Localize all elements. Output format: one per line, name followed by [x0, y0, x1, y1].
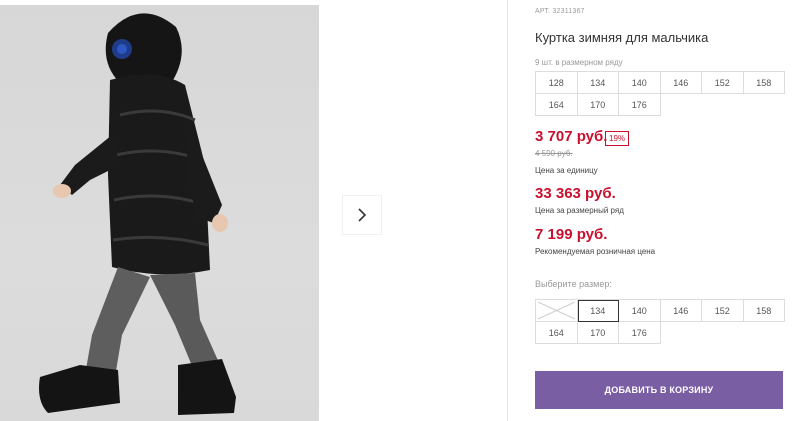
- cross-out-icon: [537, 301, 576, 320]
- pack-count-note: 9 шт. в размерном ряду: [535, 58, 623, 67]
- size-selector: 134 140 146 152 158 164 170 176: [535, 299, 785, 344]
- pack-size-cell: 140: [619, 72, 661, 94]
- old-price: 4 590 руб.: [535, 149, 573, 158]
- size-option[interactable]: 176: [619, 322, 661, 344]
- recommended-price-label: Рекомендуемая розничная цена: [535, 247, 656, 256]
- current-price: 3 707 руб.: [535, 128, 608, 145]
- pack-price: 33 363 руб.: [535, 185, 616, 202]
- pack-sizes-grid: 128 134 140 146 152 158 164 170 176: [535, 71, 785, 116]
- pack-size-cell: 164: [536, 94, 578, 116]
- size-option[interactable]: 158: [743, 300, 785, 322]
- pack-size-cell: 128: [536, 72, 578, 94]
- child-in-jacket-illustration: [39, 13, 236, 415]
- size-option[interactable]: 164: [536, 322, 578, 344]
- chevron-right-icon: [358, 208, 367, 222]
- pack-size-cell: 146: [660, 72, 702, 94]
- unit-price-label: Цена за единицу: [535, 166, 598, 175]
- product-gallery: [0, 0, 508, 421]
- pack-size-cell: 170: [577, 94, 619, 116]
- size-option[interactable]: 140: [619, 300, 661, 322]
- recommended-price: 7 199 руб.: [535, 226, 608, 243]
- product-title: Куртка зимняя для мальчика: [535, 30, 709, 45]
- size-option[interactable]: 170: [577, 322, 619, 344]
- size-option-unavailable: [536, 300, 578, 322]
- choose-size-label: Выберите размер:: [535, 279, 612, 289]
- pack-size-cell: 152: [702, 72, 744, 94]
- discount-badge: 19%: [605, 131, 630, 146]
- pack-size-cell: 176: [619, 94, 661, 116]
- size-option-selected[interactable]: 134: [577, 300, 619, 322]
- pack-size-cell: 158: [743, 72, 785, 94]
- next-image-button[interactable]: [343, 196, 381, 234]
- product-photo[interactable]: [0, 5, 319, 421]
- size-option[interactable]: 146: [660, 300, 702, 322]
- pack-size-cell: 134: [577, 72, 619, 94]
- add-to-cart-button[interactable]: ДОБАВИТЬ В КОРЗИНУ: [535, 371, 783, 409]
- size-option[interactable]: 152: [702, 300, 744, 322]
- article-number: АРТ. 32311367: [535, 8, 585, 15]
- pack-price-label: Цена за размерный ряд: [535, 206, 624, 215]
